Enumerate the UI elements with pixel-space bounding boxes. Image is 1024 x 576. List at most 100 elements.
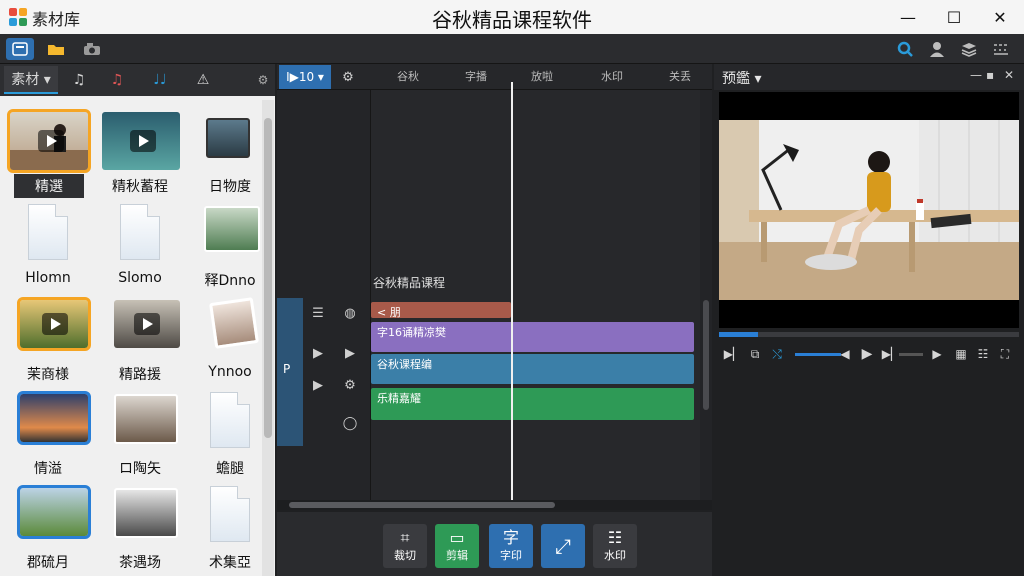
tab-warning-icon[interactable]: ⚠ [186,66,220,94]
folder-button[interactable] [42,38,70,60]
track-mute-icon[interactable]: ◯ [335,410,365,436]
tab-settings-gear-icon[interactable]: ⚙ [252,66,274,94]
track-play-button-3[interactable]: ▶ [303,372,333,398]
asset-item[interactable]: Ynnoo [184,292,262,388]
timeline-panel: I▶10 ▾ ⚙ 谷秋 字播 放啦 水印 关丢 P ☰ ◍ ▶ ▶ ▶ ⚙ ◯ … [277,64,712,510]
tab-music-red-icon[interactable]: ♫ [100,66,134,94]
asset-item[interactable]: Slomo [94,198,186,294]
asset-item[interactable]: 精選 [2,104,94,200]
asset-item[interactable]: 日物度 [184,104,262,200]
play-icon [134,313,160,335]
layers-icon [961,43,977,57]
ruler-label: 关丢 [669,70,691,83]
ruler-label: 水印 [601,70,623,83]
photo-thumbnail [206,118,250,158]
snapshot-icon[interactable]: ▦ [951,344,971,364]
asset-scrollbar[interactable] [262,100,274,576]
ruler-label: 谷秋 [397,70,419,83]
asset-item[interactable]: 茉商様 [2,292,94,388]
timeline-clip[interactable]: 字16诵精凉樊 [371,322,694,352]
asset-item[interactable]: ロ陶矢 [94,386,186,482]
tab-music-icon[interactable]: ♫ [62,66,96,94]
asset-label: 术集亞 [209,555,251,571]
timeline-clip[interactable]: 谷秋课程编 [371,354,694,384]
asset-item[interactable]: 郡硫月 [2,480,94,576]
fast-forward-icon[interactable]: ▶ [927,344,947,364]
asset-item[interactable]: Hlomn [2,198,94,294]
step-back-icon[interactable]: ▶▏ [723,344,743,364]
scrollbar-thumb[interactable] [703,300,709,410]
maximize-button[interactable]: ☐ [932,2,976,32]
app-window: 素材库 谷秋精品课程软件 — ☐ ✕ 素材 ▾ ♫ ♫ ♩♩ ⚠ ⚙ 精選 精秋… [0,0,1024,576]
asset-label: Slomo [118,270,162,286]
crop-tool-button[interactable]: ⌗ 裁切 [383,524,427,568]
panel-minimize-icon[interactable]: — [970,68,982,82]
asset-item[interactable]: 情溢 [2,386,94,482]
track-group-marker: P [277,298,303,446]
preview-controls: ▶▏ ⧉ ⤭ ◀ ▶ ▶▏ ▶ ▦ ☷ ⛶ [719,342,1019,368]
shuffle-icon[interactable]: ⤭ [767,344,787,364]
timeline-mode-dropdown[interactable]: I▶10 ▾ [279,65,331,89]
document-icon [120,204,160,260]
tab-assets[interactable]: 素材 ▾ [4,66,58,94]
video-preview-screen[interactable] [719,92,1019,328]
next-frame-icon[interactable]: ▶▏ [881,344,901,364]
close-button[interactable]: ✕ [978,2,1022,32]
play-button[interactable]: ▶ [857,344,877,364]
video-thumbnail [102,112,180,170]
asset-item[interactable]: 精路援 [94,292,186,388]
scrollbar-thumb[interactable] [289,502,555,508]
layers-button[interactable] [958,39,980,59]
asset-label: 郡硫月 [27,555,69,571]
fullscreen-icon[interactable]: ⛶ [995,344,1015,364]
asset-item[interactable]: 精秋蓄程 [94,104,186,200]
ruler[interactable]: 谷秋 字播 放啦 水印 关丢 [371,64,700,90]
track-fx-icon[interactable]: ⚙ [335,372,365,398]
asset-item[interactable]: 释Dnno [184,198,262,294]
expand-arrows-icon: ⤢ [555,534,571,558]
edit-tools-bar: ⌗ 裁切 ▭ 剪辑 字 字印 ⤢ ☷ 水印 [277,512,712,576]
asset-item[interactable]: 蟾腿 [184,386,262,482]
track-layout-icon[interactable]: ☰ [303,300,333,326]
asset-label: 精選 [14,174,84,198]
timeline-settings-icon[interactable]: ⚙ [333,64,363,90]
playhead[interactable] [511,82,513,502]
timeline-clip[interactable]: 乐精嘉耀 [371,388,694,420]
track-play-button-2[interactable]: ▶ [335,340,365,366]
adjust-icon[interactable]: ☷ [973,344,993,364]
track-area[interactable]: 谷秋精品课程 < 朋 字16诵精凉樊 谷秋课程编 乐精嘉耀 [371,90,700,510]
speed-slider[interactable] [899,353,923,356]
track-play-button[interactable]: ▶ [303,340,333,366]
watermark-tool-button[interactable]: ☷ 水印 [593,524,637,568]
document-icon [210,486,250,542]
watermark-icon: ☷ [607,528,623,547]
volume-knob-icon[interactable]: ◀ [835,344,855,364]
asset-item[interactable]: 术集亞 [184,480,262,576]
user-button[interactable] [926,39,948,59]
timeline-horizontal-scrollbar[interactable] [277,500,712,510]
folder-icon [48,45,64,55]
track-audio-icon[interactable]: ◍ [335,300,365,326]
library-button[interactable] [6,38,34,60]
timeline-clip[interactable]: < 朋 [371,302,511,318]
timeline-header: I▶10 ▾ ⚙ 谷秋 字播 放啦 水印 关丢 [277,64,712,90]
asset-item[interactable]: 茶遇场 [94,480,186,576]
panel-dock-icon[interactable]: ▪ [986,68,994,82]
transform-tool-button[interactable]: ⤢ [541,524,585,568]
video-thumbnail [114,300,180,348]
edit-tool-button[interactable]: ▭ 剪辑 [435,524,479,568]
preview-progress-bar[interactable] [719,332,1019,337]
preview-title-dropdown[interactable]: 预鑑 ▾ [722,68,761,88]
minimize-button[interactable]: — [886,2,930,32]
scrollbar-thumb[interactable] [264,118,272,438]
camera-icon [84,43,100,55]
camera-button[interactable] [78,38,106,60]
settings-sliders-button[interactable] [990,39,1012,59]
loop-icon[interactable]: ⧉ [745,344,765,364]
timeline-vertical-scrollbar[interactable] [700,90,712,510]
group-label: P [283,362,291,376]
panel-close-icon[interactable]: ✕ [1004,68,1014,82]
text-tool-button[interactable]: 字 字印 [489,524,533,568]
search-button[interactable] [894,39,916,59]
tab-double-note-icon[interactable]: ♩♩ [138,66,182,94]
